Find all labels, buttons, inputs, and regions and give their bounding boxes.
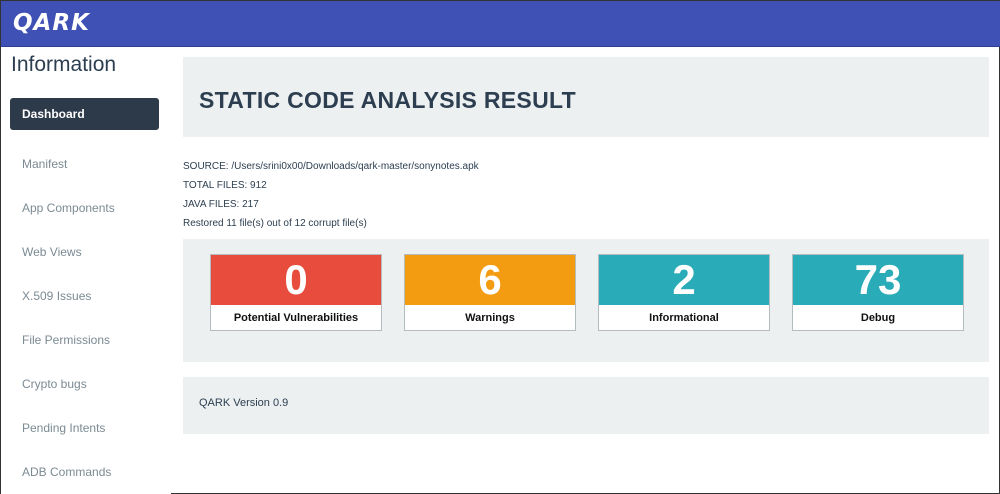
sidebar-nav: Dashboard Manifest App Components Web Vi… (10, 98, 159, 494)
version-panel: QARK Version 0.9 (183, 377, 989, 434)
sidebar-item-file-permissions[interactable]: File Permissions (10, 318, 159, 362)
stat-value: 0 (211, 255, 381, 305)
stat-card-informational[interactable]: 2 Informational (598, 254, 770, 331)
sidebar-item-web-views[interactable]: Web Views (10, 230, 159, 274)
sidebar-item-crypto-bugs[interactable]: Crypto bugs (10, 362, 159, 406)
version-text: QARK Version 0.9 (199, 397, 289, 409)
stat-value: 2 (599, 255, 769, 305)
page-title: STATIC CODE ANALYSIS RESULT (199, 87, 576, 113)
stat-label: Informational (599, 305, 769, 330)
source-path: SOURCE: /Users/srini0x00/Downloads/qark-… (183, 161, 479, 172)
sidebar-item-pending-intents[interactable]: Pending Intents (10, 406, 159, 450)
sidebar-item-adb-commands[interactable]: ADB Commands (10, 450, 159, 494)
restored-files: Restored 11 file(s) out of 12 corrupt fi… (183, 218, 367, 229)
stat-label: Potential Vulnerabilities (211, 305, 381, 330)
sidebar-item-manifest[interactable]: Manifest (10, 142, 159, 186)
stats-panel: 0 Potential Vulnerabilities 6 Warnings 2… (183, 239, 989, 362)
sidebar-item-x509-issues[interactable]: X.509 Issues (10, 274, 159, 318)
sidebar: Information Dashboard Manifest App Compo… (1, 47, 171, 494)
stat-value: 73 (793, 255, 963, 305)
main-content: STATIC CODE ANALYSIS RESULT (183, 57, 989, 137)
stat-label: Warnings (405, 305, 575, 330)
stat-label: Debug (793, 305, 963, 330)
sidebar-title: Information (11, 53, 117, 76)
stat-card-debug[interactable]: 73 Debug (792, 254, 964, 331)
total-files: TOTAL FILES: 912 (183, 180, 267, 191)
top-bar: QARK (1, 1, 1000, 47)
qark-logo[interactable]: QARK (13, 10, 90, 36)
java-files: JAVA FILES: 217 (183, 199, 259, 210)
stat-value: 6 (405, 255, 575, 305)
sidebar-item-dashboard[interactable]: Dashboard (10, 98, 159, 130)
sidebar-item-app-components[interactable]: App Components (10, 186, 159, 230)
stat-card-warnings[interactable]: 6 Warnings (404, 254, 576, 331)
scan-info: SOURCE: /Users/srini0x00/Downloads/qark-… (183, 161, 479, 237)
stat-card-vulnerabilities[interactable]: 0 Potential Vulnerabilities (210, 254, 382, 331)
title-panel: STATIC CODE ANALYSIS RESULT (183, 57, 989, 137)
